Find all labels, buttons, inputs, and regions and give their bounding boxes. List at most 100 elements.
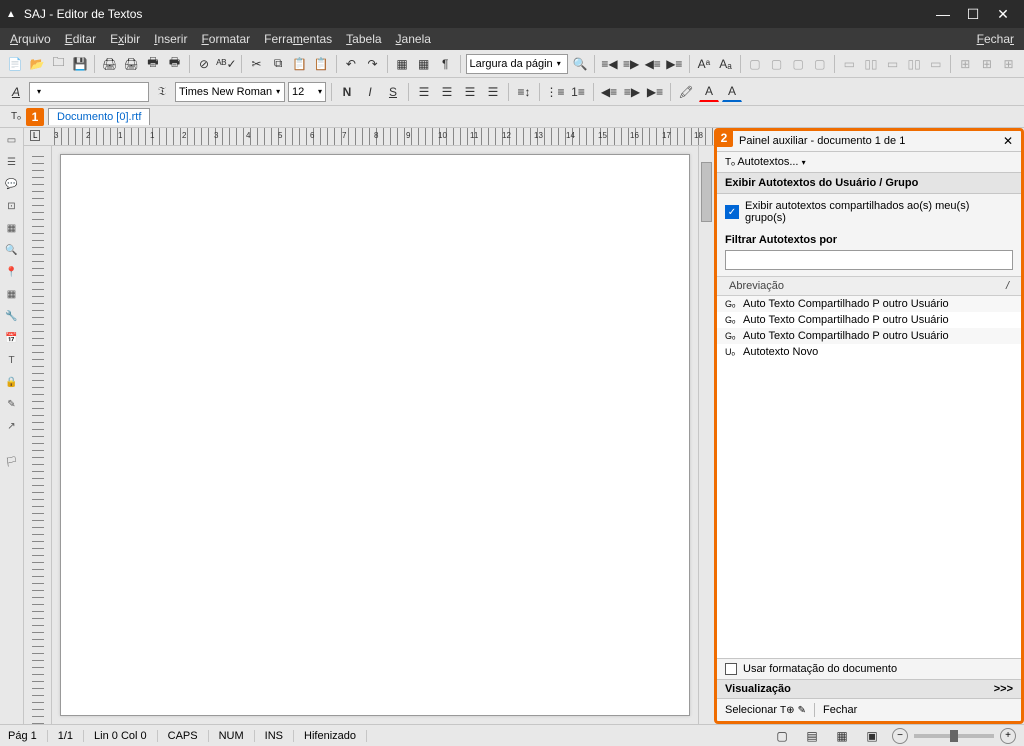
menu-janela[interactable]: Janela xyxy=(396,32,431,46)
font-color-button[interactable]: A xyxy=(699,82,719,102)
side-tool-2[interactable]: ☰ xyxy=(4,154,20,170)
side-tool-6[interactable]: 🔍 xyxy=(4,242,20,258)
font-name-combo[interactable]: Times New Roman▾ xyxy=(175,82,285,102)
side-tool-7[interactable]: 📍 xyxy=(4,264,20,280)
border-button[interactable]: ▢ xyxy=(746,54,765,74)
panel-close-button[interactable]: ✕ xyxy=(1003,134,1013,148)
grid1-button[interactable]: ⊞ xyxy=(956,54,975,74)
superscript-button[interactable]: Aᵃ xyxy=(695,54,714,74)
indent2-button[interactable]: ▶≡ xyxy=(645,82,665,102)
zoom-combo[interactable]: Largura da págin▾ xyxy=(466,54,568,74)
menu-formatar[interactable]: Formatar xyxy=(201,32,250,46)
fechar-button[interactable]: Fechar xyxy=(823,704,857,716)
side-tool-15[interactable]: 🏳 xyxy=(4,454,20,470)
menu-inserir[interactable]: Inserir xyxy=(154,32,187,46)
border4-button[interactable]: ▢ xyxy=(811,54,830,74)
outdent-button[interactable]: ◀≡ xyxy=(599,82,619,102)
menu-exibir[interactable]: Exibir xyxy=(110,32,140,46)
autotextos-dropdown[interactable]: Tₒ Autotextos... ▾ xyxy=(717,152,1021,173)
view-mode-4[interactable]: ▣ xyxy=(862,726,882,746)
menu-arquivo[interactable]: Arquivo xyxy=(10,32,51,46)
side-tool-12[interactable]: 🔒 xyxy=(4,374,20,390)
grid2-button[interactable]: ⊞ xyxy=(978,54,997,74)
paragraph-button[interactable]: ¶ xyxy=(436,54,455,74)
line-spacing-button[interactable]: ≡↕ xyxy=(514,82,534,102)
maximize-button[interactable]: ☐ xyxy=(958,6,988,23)
indent-dec2-button[interactable]: ◀≡ xyxy=(643,54,662,74)
minimize-button[interactable]: — xyxy=(928,6,958,22)
usar-formatacao-row[interactable]: Usar formatação do documento xyxy=(717,658,1021,679)
side-tool-8[interactable]: ▦ xyxy=(4,286,20,302)
redo-button[interactable]: ↷ xyxy=(363,54,382,74)
table-button[interactable]: ▦ xyxy=(393,54,412,74)
font-color2-button[interactable]: A xyxy=(722,82,742,102)
cancel-print-button[interactable]: ⊘ xyxy=(195,54,214,74)
paste-special-button[interactable]: 📋 xyxy=(312,54,331,74)
indent-dec-button[interactable]: ≡◀ xyxy=(600,54,619,74)
undo-button[interactable]: ↶ xyxy=(342,54,361,74)
indent-inc2-button[interactable]: ▶≡ xyxy=(665,54,684,74)
side-tool-13[interactable]: ✎ xyxy=(4,396,20,412)
align-left-button[interactable]: ☰ xyxy=(414,82,434,102)
side-tool-5[interactable]: ▦ xyxy=(4,220,20,236)
highlight-button[interactable]: 🖍 xyxy=(676,82,696,102)
menu-tabela[interactable]: Tabela xyxy=(346,32,381,46)
open-button[interactable]: 📂 xyxy=(28,54,47,74)
horizontal-ruler[interactable]: L 321123456789101112131415161718 xyxy=(24,128,714,146)
cut-button[interactable]: ✂ xyxy=(247,54,266,74)
split2-button[interactable]: ▯▯ xyxy=(905,54,924,74)
scrollbar-thumb[interactable] xyxy=(701,162,712,222)
vertical-scrollbar[interactable] xyxy=(698,146,714,724)
style-combo[interactable]: ▾ xyxy=(29,82,149,102)
merge3-button[interactable]: ▭ xyxy=(926,54,945,74)
print-button[interactable]: 🖨 xyxy=(100,54,119,74)
merge-button[interactable]: ▭ xyxy=(840,54,859,74)
align-justify-button[interactable]: ☰ xyxy=(483,82,503,102)
bullets-button[interactable]: ⋮≡ xyxy=(545,82,565,102)
zoom-out-button[interactable]: 🔍 xyxy=(571,54,590,74)
document-page[interactable] xyxy=(60,154,690,716)
zoom-in-btn[interactable]: + xyxy=(1000,728,1016,744)
print-preview-button[interactable]: 🖨 xyxy=(122,54,141,74)
side-tool-11[interactable]: T xyxy=(4,352,20,368)
italic-button[interactable]: I xyxy=(360,82,380,102)
spellcheck-button[interactable]: ᴬᴮ✓ xyxy=(216,54,236,74)
font-size-combo[interactable]: 12▾ xyxy=(288,82,326,102)
view-mode-3[interactable]: ▦ xyxy=(832,726,852,746)
copy-button[interactable]: ⧉ xyxy=(269,54,288,74)
style-button[interactable]: A xyxy=(6,82,26,102)
zoom-out-btn[interactable]: − xyxy=(892,728,908,744)
indent-inc-button[interactable]: ≡▶ xyxy=(622,54,641,74)
folder-button[interactable]: 🗀 xyxy=(49,54,68,74)
split-button[interactable]: ▯▯ xyxy=(862,54,881,74)
paste-button[interactable]: 📋 xyxy=(290,54,309,74)
align-right-button[interactable]: ☰ xyxy=(460,82,480,102)
autotext-list[interactable]: GₒAuto Texto Compartilhado P outro Usuár… xyxy=(717,296,1021,658)
print3-button[interactable]: 🖶 xyxy=(165,54,184,74)
menu-editar[interactable]: Editar xyxy=(65,32,96,46)
side-tool-10[interactable]: 📅 xyxy=(4,330,20,346)
new-doc-button[interactable]: 📄 xyxy=(6,54,25,74)
border2-button[interactable]: ▢ xyxy=(767,54,786,74)
side-tool-3[interactable]: 💬 xyxy=(4,176,20,192)
menu-fechar[interactable]: Fechar xyxy=(977,32,1014,46)
close-window-button[interactable]: ✕ xyxy=(988,6,1018,23)
visualizacao-header[interactable]: Visualização >>> xyxy=(717,679,1021,698)
filter-input[interactable] xyxy=(725,250,1013,270)
border3-button[interactable]: ▢ xyxy=(789,54,808,74)
underline-button[interactable]: S xyxy=(383,82,403,102)
view-mode-2[interactable]: ▤ xyxy=(802,726,822,746)
vertical-ruler[interactable] xyxy=(24,146,52,724)
selecionar-button[interactable]: Selecionar T⊕ ✎ xyxy=(725,704,806,716)
menu-ferramentas[interactable]: Ferramentas xyxy=(264,32,332,46)
autotext-item[interactable]: GₒAuto Texto Compartilhado P outro Usuár… xyxy=(717,312,1021,328)
merge2-button[interactable]: ▭ xyxy=(883,54,902,74)
side-tool-4[interactable]: ⊡ xyxy=(4,198,20,214)
autotext-item[interactable]: UₒAutotexto Novo xyxy=(717,344,1021,360)
bold-button[interactable]: N xyxy=(337,82,357,102)
side-tool-9[interactable]: 🔧 xyxy=(4,308,20,324)
numbering-button[interactable]: 1≡ xyxy=(568,82,588,102)
document-tab[interactable]: Documento [0].rtf xyxy=(48,108,150,125)
print2-button[interactable]: 🖶 xyxy=(144,54,163,74)
grid3-button[interactable]: ⊞ xyxy=(999,54,1018,74)
